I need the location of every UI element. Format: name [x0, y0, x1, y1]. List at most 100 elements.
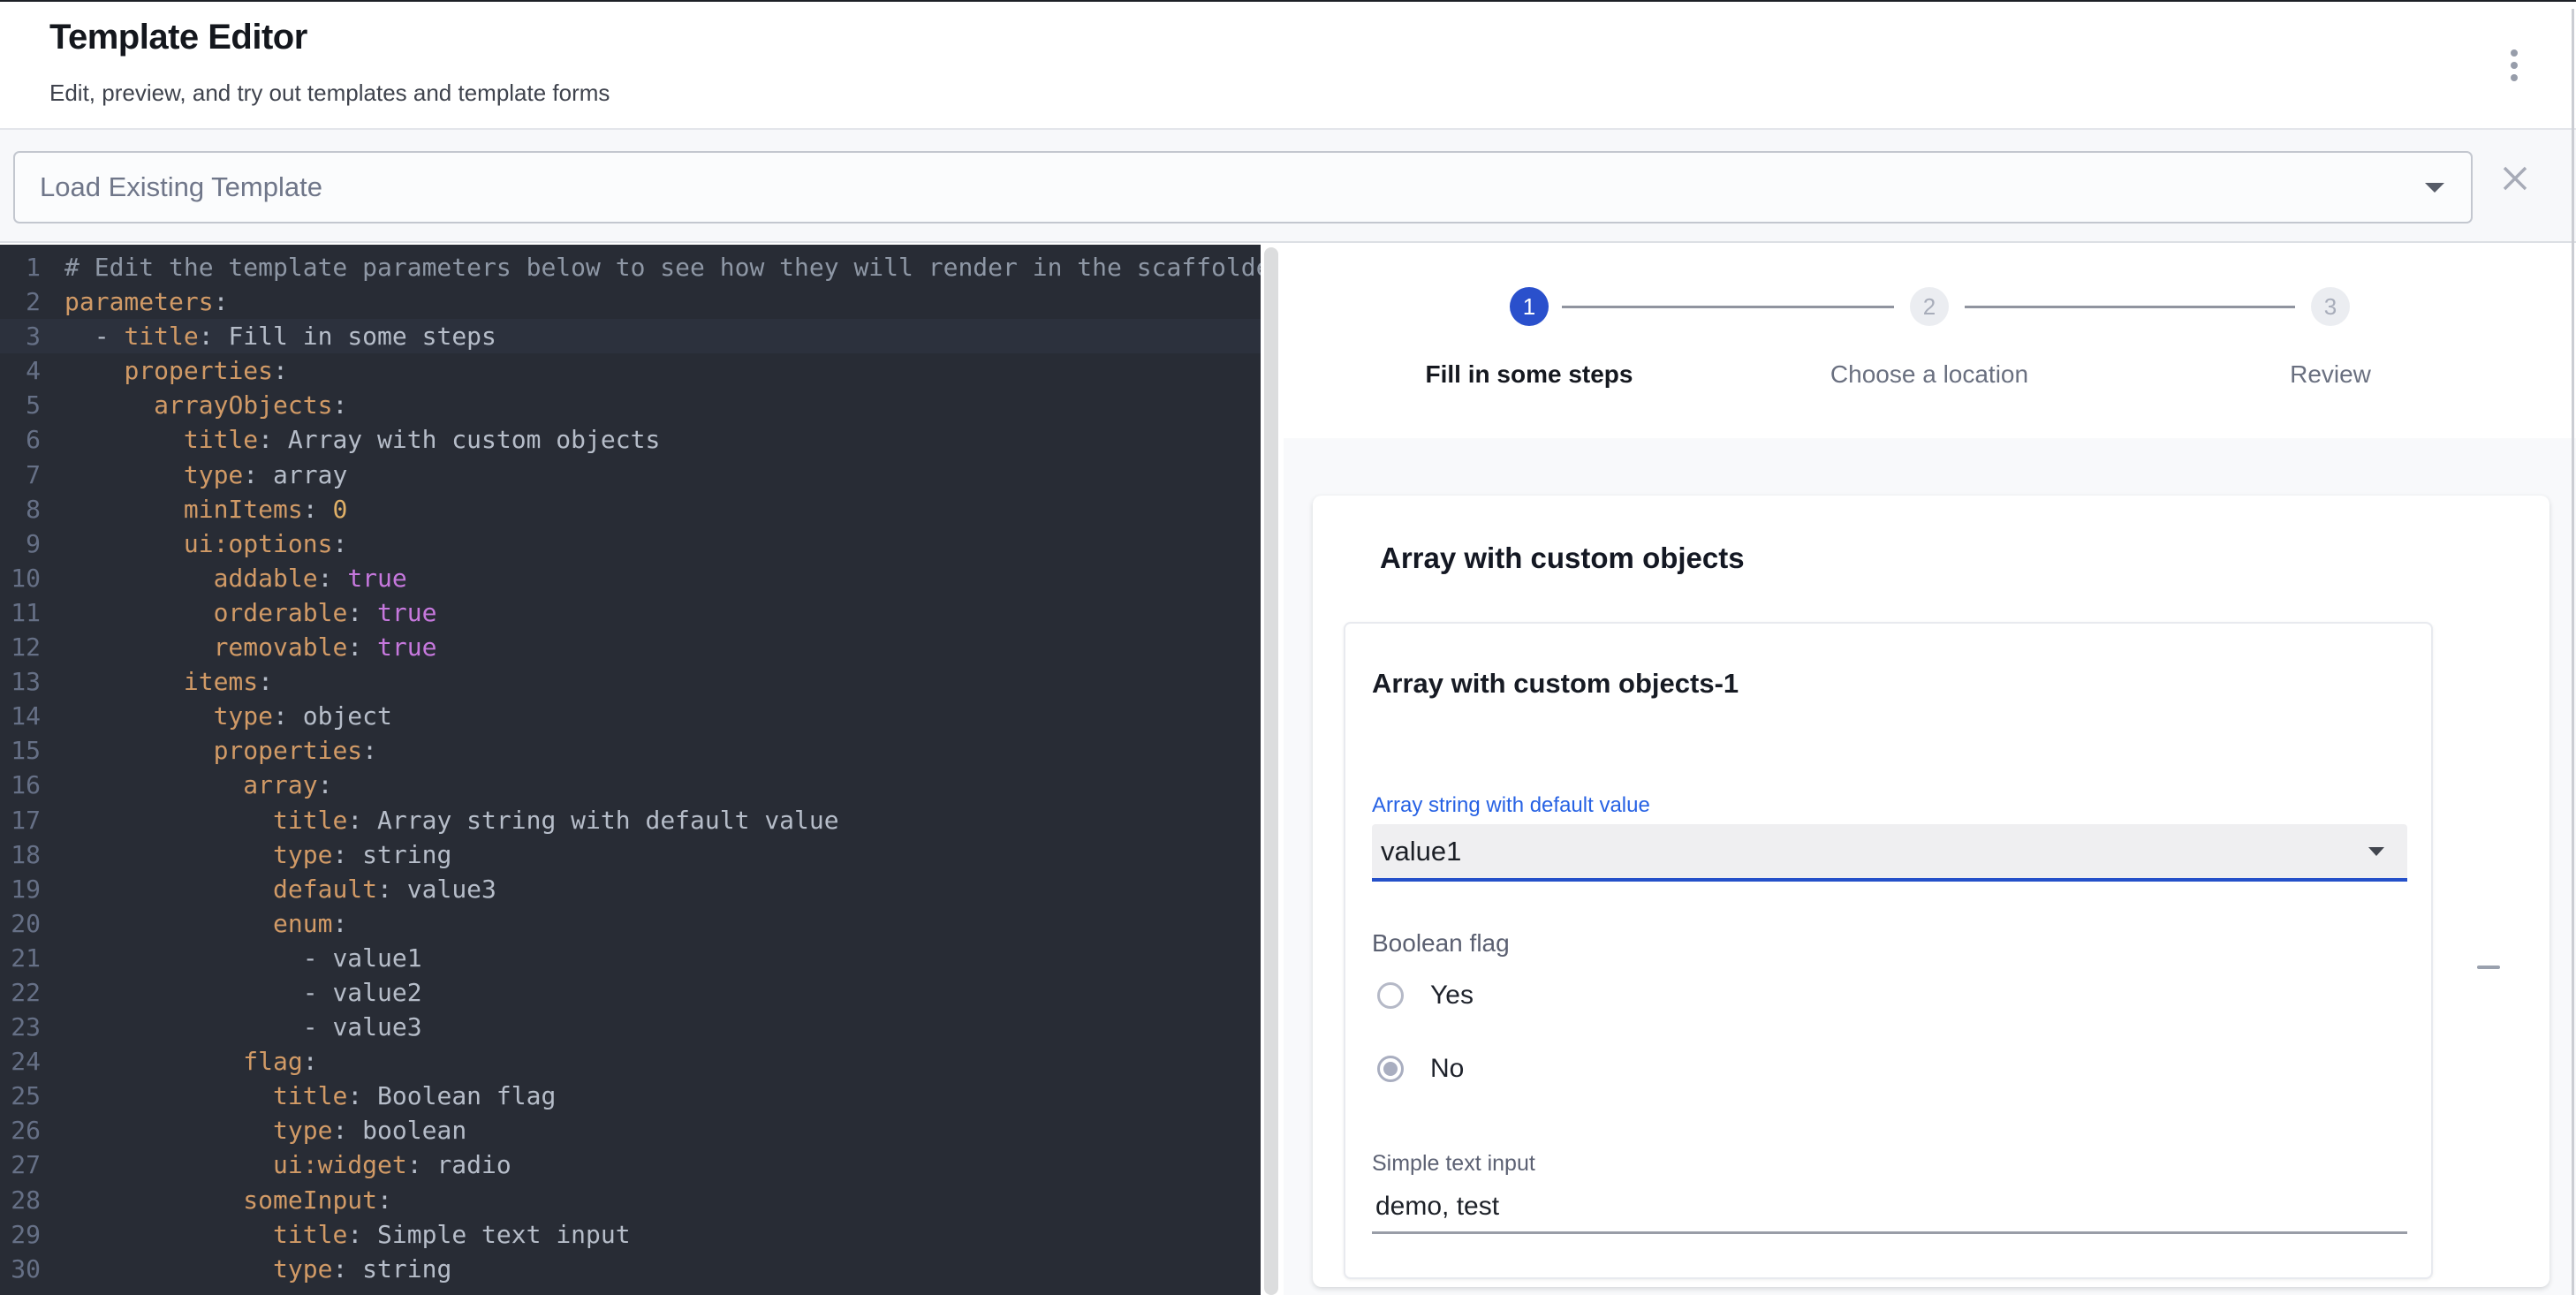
code-line[interactable]: 18 type: string [0, 837, 1261, 872]
array-string-select[interactable]: value1 [1372, 824, 2407, 882]
line-number: 26 [0, 1113, 41, 1147]
text-input-value: demo, test [1375, 1192, 1499, 1221]
editor-scrollbar[interactable] [1261, 245, 1284, 1295]
line-number: 15 [0, 733, 41, 768]
preview-panel: 1 Fill in some steps 2 Choose a location 3 Re… [1284, 245, 2576, 1295]
line-number: 27 [0, 1147, 41, 1182]
form-area: Array with custom objects Array with cus… [1284, 438, 2576, 1295]
remove-item-button[interactable] [2460, 939, 2517, 996]
page-subtitle: Edit, preview, and try out templates and… [49, 80, 610, 107]
step-1-label: Fill in some steps [1370, 360, 1688, 389]
code-line[interactable]: 20 enum: [0, 906, 1261, 941]
simple-text-input[interactable]: demo, test [1375, 1192, 1499, 1222]
select-field-label: Array string with default value [1372, 793, 1650, 818]
code-line[interactable]: 11 orderable: true [0, 595, 1261, 630]
code-line[interactable]: 26 type: boolean [0, 1113, 1261, 1147]
radio-option-label: No [1430, 1054, 1464, 1084]
code-line[interactable]: 12 removable: true [0, 630, 1261, 664]
line-number: 25 [0, 1079, 41, 1113]
stepper: 1 Fill in some steps 2 Choose a location 3 Re… [1284, 245, 2576, 438]
line-number: 6 [0, 422, 41, 457]
line-number: 20 [0, 906, 41, 941]
code-line[interactable]: 28 someInput: [0, 1183, 1261, 1217]
code-line[interactable]: 9 ui:options: [0, 526, 1261, 561]
code-line[interactable]: 8 minItems: 0 [0, 492, 1261, 526]
line-number: 11 [0, 595, 41, 630]
line-number: 17 [0, 803, 41, 837]
template-loader-bar: Load Existing Template [0, 128, 2576, 243]
radio-selected-icon [1377, 1056, 1404, 1082]
dropdown-caret-icon [2425, 183, 2444, 193]
line-number: 16 [0, 768, 41, 802]
step-3-circle[interactable]: 3 [2311, 287, 2350, 326]
line-number: 10 [0, 561, 41, 595]
line-number: 14 [0, 699, 41, 733]
array-item-title: Array with custom objects-1 [1372, 668, 1739, 700]
code-line[interactable]: 27 ui:widget: radio [0, 1147, 1261, 1182]
code-line[interactable]: 2parameters: [0, 284, 1261, 319]
page-header: Template Editor Edit, preview, and try o… [0, 2, 2576, 128]
line-number: 24 [0, 1044, 41, 1079]
code-editor[interactable]: 1# Edit the template parameters below to… [0, 245, 1261, 1295]
text-input-underline [1372, 1231, 2407, 1234]
array-item-card: Array with custom objects-1 Array string… [1344, 622, 2433, 1279]
close-button[interactable] [2489, 153, 2541, 204]
editor-scrollbar-thumb[interactable] [1264, 247, 1278, 1295]
close-icon [2502, 165, 2528, 192]
line-number: 2 [0, 284, 41, 319]
code-line[interactable]: 23 - value3 [0, 1010, 1261, 1044]
code-line[interactable]: 17 title: Array string with default valu… [0, 803, 1261, 837]
array-section-title: Array with custom objects [1380, 541, 1745, 575]
code-line[interactable]: 5 arrayObjects: [0, 388, 1261, 422]
code-line[interactable]: 4 properties: [0, 353, 1261, 388]
code-line[interactable]: 16 array: [0, 768, 1261, 802]
step-2-circle[interactable]: 2 [1910, 287, 1949, 326]
line-number: 1 [0, 250, 41, 284]
radio-group-label: Boolean flag [1372, 929, 1510, 958]
step-3-label: Review [2171, 360, 2489, 389]
more-options-button[interactable] [2489, 37, 2539, 94]
step-2-label: Choose a location [1770, 360, 2088, 389]
code-line[interactable]: 10 addable: true [0, 561, 1261, 595]
page-title: Template Editor [49, 18, 307, 57]
code-line[interactable]: 19 default: value3 [0, 872, 1261, 906]
line-number: 23 [0, 1010, 41, 1044]
code-line[interactable]: 30 type: string [0, 1252, 1261, 1286]
load-existing-template-select[interactable]: Load Existing Template [13, 151, 2473, 223]
line-number: 30 [0, 1252, 41, 1286]
code-line[interactable]: 15 properties: [0, 733, 1261, 768]
line-number: 12 [0, 630, 41, 664]
step-1-circle[interactable]: 1 [1510, 287, 1549, 326]
line-number: 7 [0, 458, 41, 492]
line-number: 28 [0, 1183, 41, 1217]
line-number: 21 [0, 941, 41, 975]
line-number: 5 [0, 388, 41, 422]
radio-option-yes[interactable]: Yes [1372, 981, 1474, 1011]
code-line[interactable]: 25 title: Boolean flag [0, 1079, 1261, 1113]
stepper-connector [1562, 306, 1894, 308]
line-number: 3 [0, 319, 41, 353]
select-value: value1 [1381, 824, 1461, 878]
line-number: 4 [0, 353, 41, 388]
load-select-placeholder: Load Existing Template [40, 171, 322, 203]
radio-option-label: Yes [1430, 981, 1474, 1011]
code-line[interactable]: 29 title: Simple text input [0, 1217, 1261, 1252]
code-line[interactable]: 22 - value2 [0, 975, 1261, 1010]
line-number: 13 [0, 664, 41, 699]
code-line[interactable]: 7 type: array [0, 458, 1261, 492]
code-line[interactable]: 6 title: Array with custom objects [0, 422, 1261, 457]
line-number: 8 [0, 492, 41, 526]
line-number: 29 [0, 1217, 41, 1252]
code-line[interactable]: 3 - title: Fill in some steps [0, 319, 1261, 353]
code-line[interactable]: 1# Edit the template parameters below to… [0, 250, 1261, 284]
page-scrollbar[interactable] [2572, 9, 2574, 1295]
code-line[interactable]: 21 - value1 [0, 941, 1261, 975]
code-line[interactable]: 14 type: object [0, 699, 1261, 733]
line-number: 19 [0, 872, 41, 906]
stepper-connector [1965, 306, 2295, 308]
code-line[interactable]: 24 flag: [0, 1044, 1261, 1079]
code-line[interactable]: 13 items: [0, 664, 1261, 699]
select-caret-icon [2368, 847, 2384, 856]
form-section-card: Array with custom objects Array with cus… [1313, 496, 2549, 1287]
radio-option-no[interactable]: No [1372, 1054, 1464, 1084]
